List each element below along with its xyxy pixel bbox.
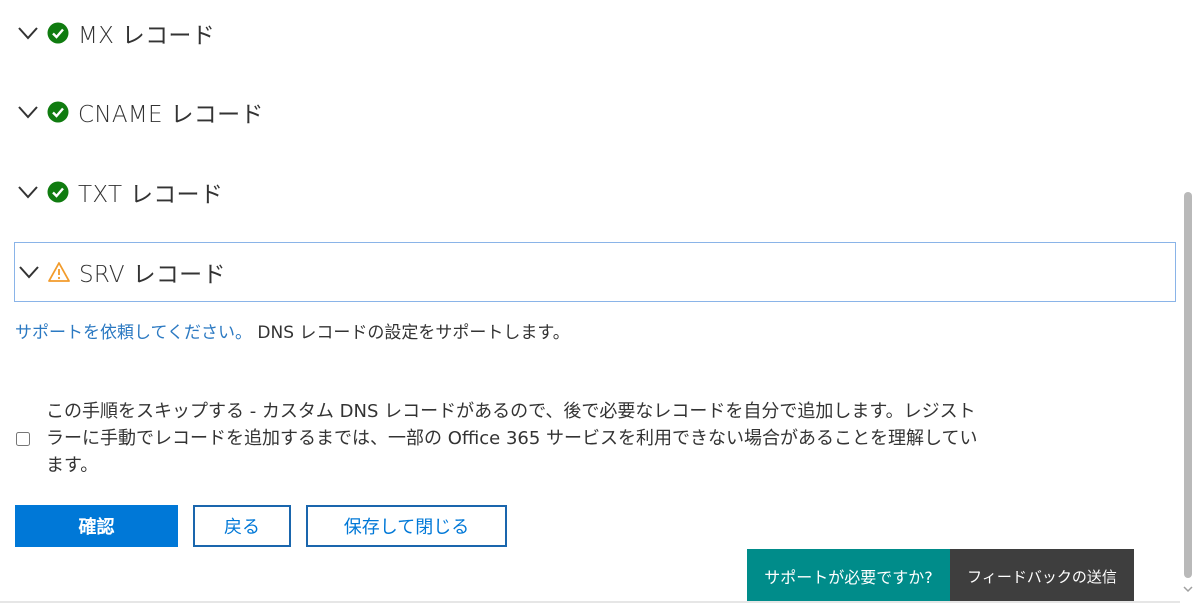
check-circle-icon [47, 181, 69, 203]
record-label: MX レコード [78, 23, 216, 49]
chevron-down-icon[interactable] [18, 264, 40, 280]
chevron-down-icon[interactable] [17, 104, 39, 120]
record-row-mx[interactable]: MX レコード [14, 3, 1176, 63]
back-button[interactable]: 戻る [193, 505, 291, 547]
record-row-txt[interactable]: TXT レコード [14, 162, 1176, 222]
skip-step-label: この手順をスキップする - カスタム DNS レコードがあるので、後で必要なレコ… [46, 401, 978, 476]
scrollbar-thumb[interactable] [1184, 192, 1192, 578]
request-support-link[interactable]: サポートを依頼してください。 [15, 323, 252, 343]
confirm-button[interactable]: 確認 [15, 505, 178, 547]
need-help-button[interactable]: サポートが必要ですか? [747, 549, 950, 603]
record-label: CNAME レコード [78, 102, 264, 128]
chevron-down-icon[interactable] [17, 25, 39, 41]
scroll-down-arrow-icon[interactable] [1181, 583, 1195, 595]
warning-triangle-icon [48, 261, 70, 283]
save-and-close-button[interactable]: 保存して閉じる [306, 505, 507, 547]
skip-step-option: この手順をスキップする - カスタム DNS レコードがあるので、後で必要なレコ… [15, 398, 995, 479]
send-feedback-button[interactable]: フィードバックの送信 [950, 549, 1134, 603]
chevron-down-icon[interactable] [17, 184, 39, 200]
record-row-srv[interactable]: SRV レコード [14, 242, 1176, 302]
support-help-line: サポートを依頼してください。 DNS レコードの設定をサポートします。 [15, 318, 570, 343]
skip-step-checkbox[interactable] [16, 431, 30, 446]
check-circle-icon [47, 22, 69, 44]
support-help-text: DNS レコードの設定をサポートします。 [251, 323, 570, 343]
record-label: TXT レコード [78, 182, 224, 208]
check-circle-icon [47, 101, 69, 123]
record-row-cname[interactable]: CNAME レコード [14, 82, 1176, 142]
record-label: SRV レコード [79, 262, 226, 288]
